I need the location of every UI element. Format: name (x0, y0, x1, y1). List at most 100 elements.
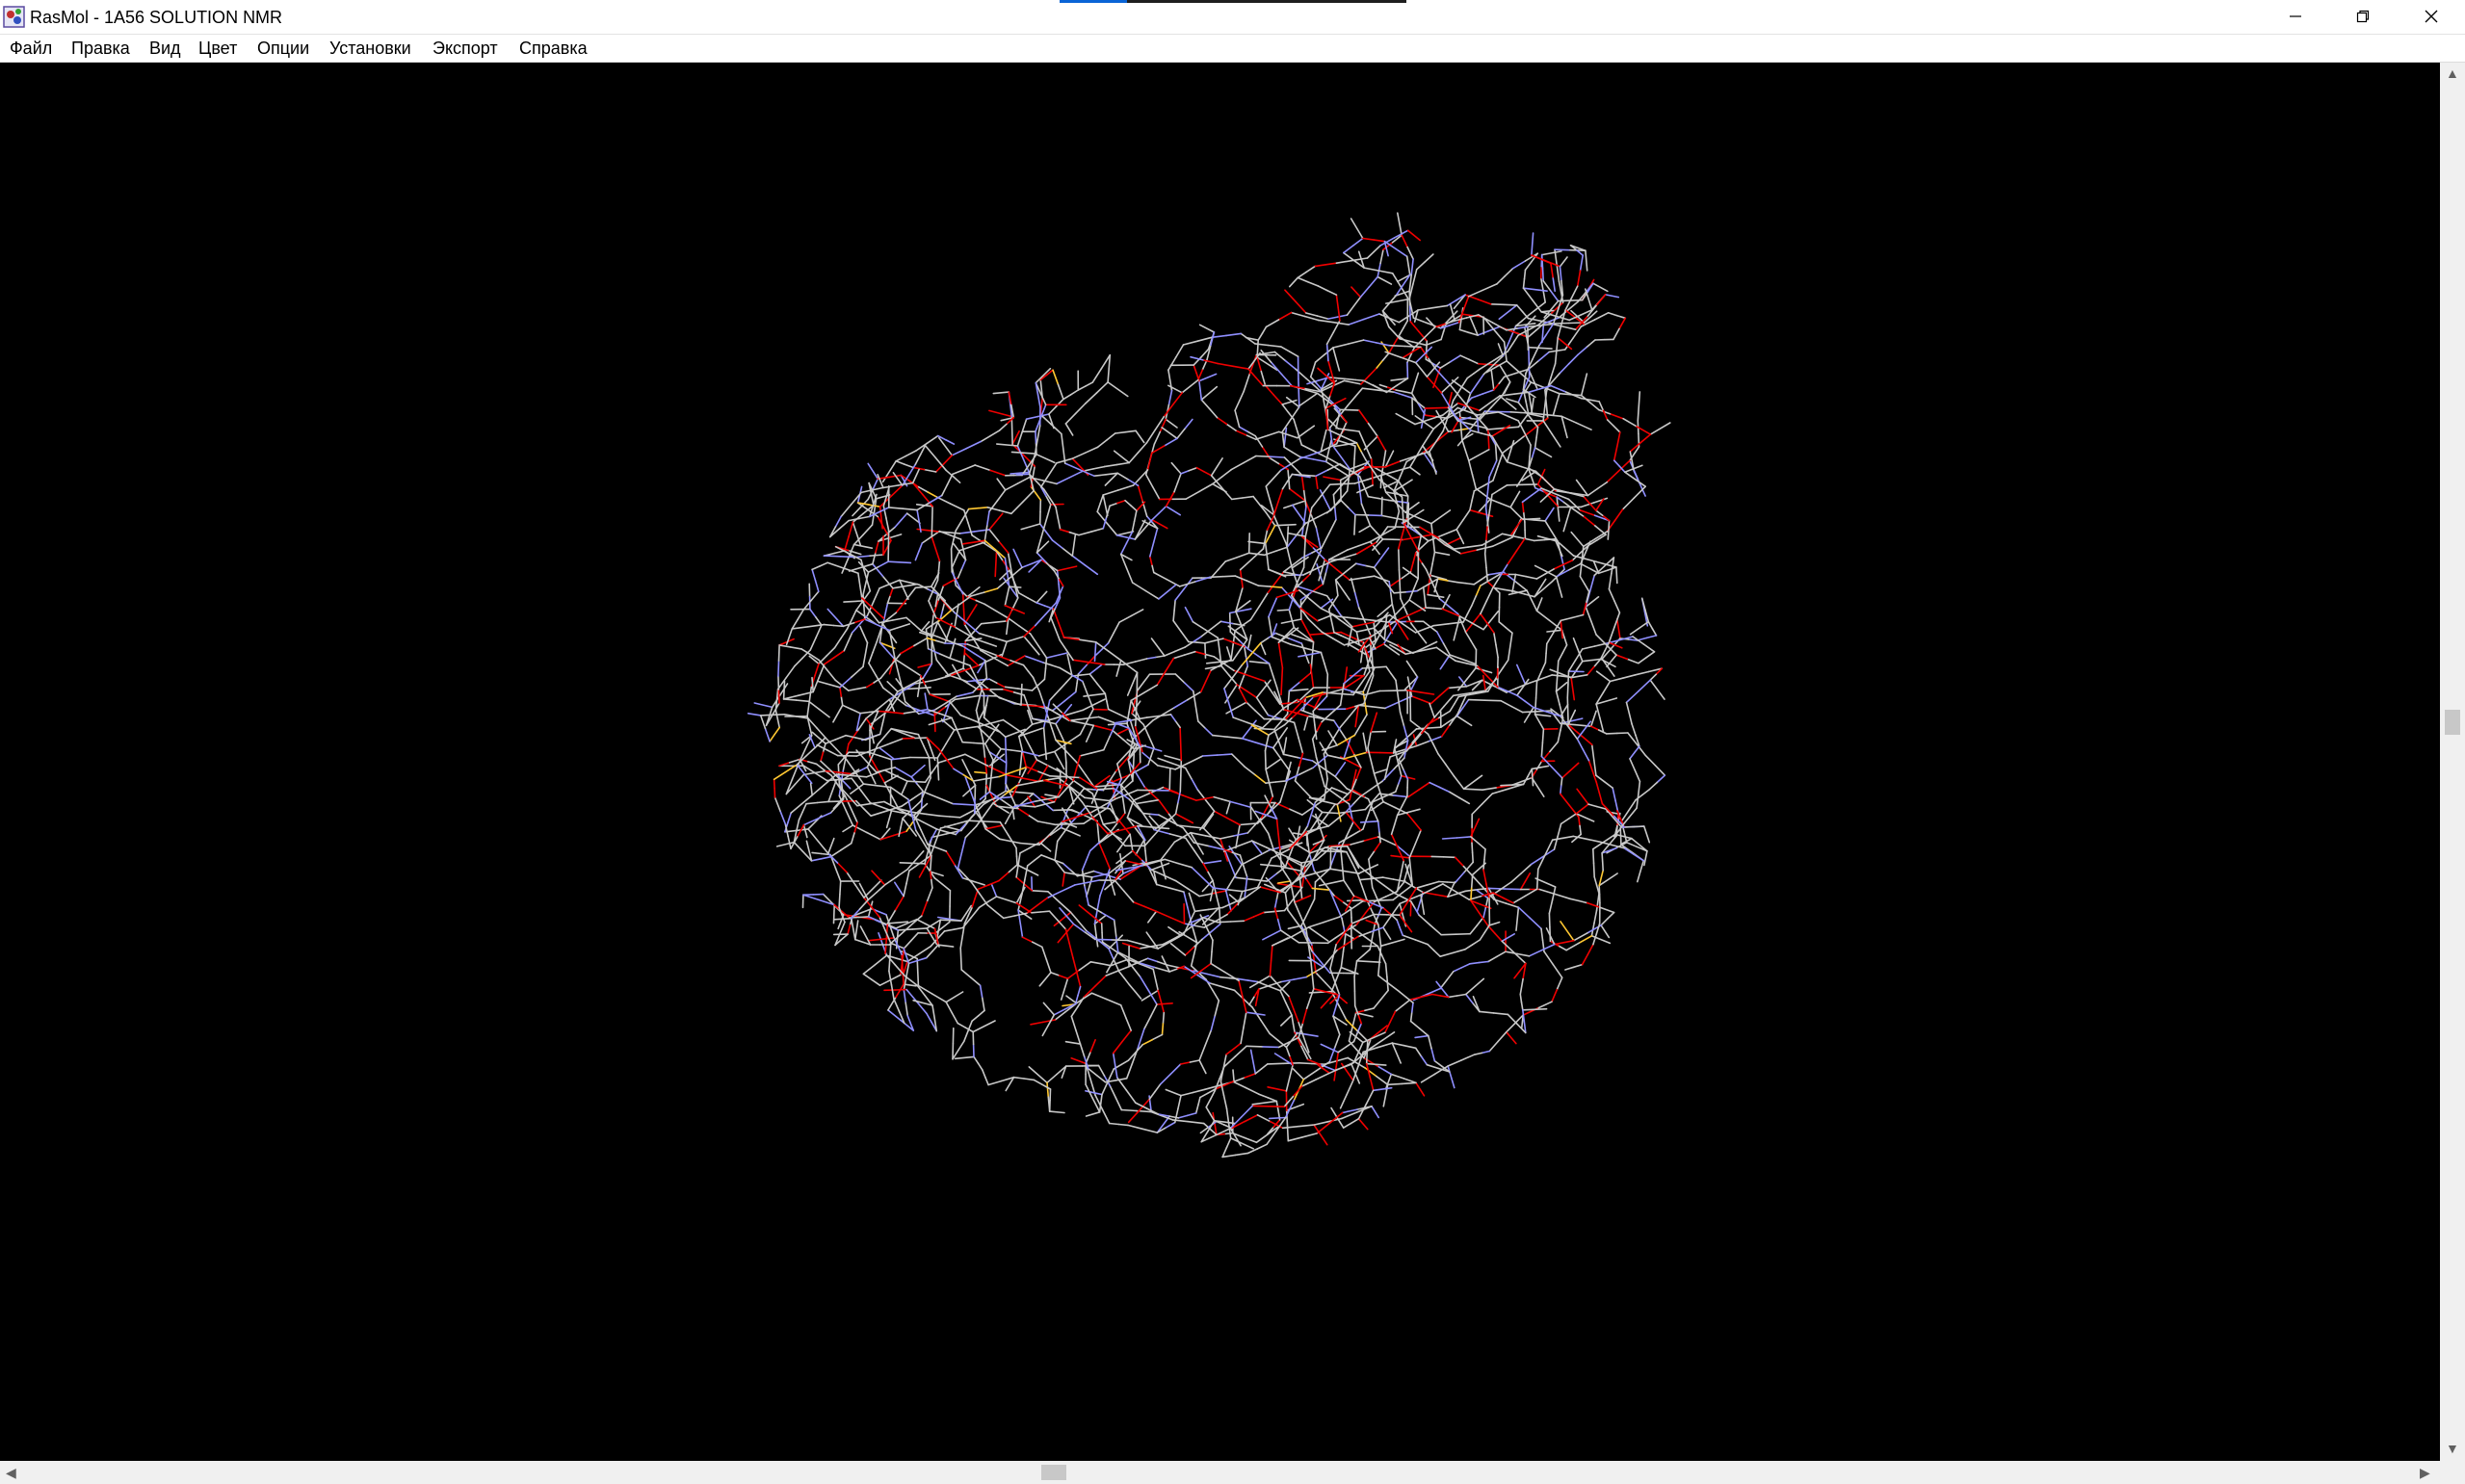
menu-bar: Файл Правка Вид Цвет Опции Установки Экс… (0, 35, 2465, 63)
bond (902, 710, 917, 715)
bond (1100, 1093, 1103, 1105)
menu-settings[interactable]: Установки (328, 38, 413, 59)
bond (859, 711, 871, 715)
bond (1246, 373, 1251, 384)
bond (836, 862, 848, 873)
bond (1298, 651, 1323, 658)
bond (1364, 702, 1368, 716)
bond (1434, 894, 1449, 898)
bond (1388, 325, 1396, 334)
minimize-button[interactable] (2262, 0, 2329, 33)
menu-file[interactable]: Файл (8, 38, 54, 59)
bond (1018, 735, 1024, 753)
bond (835, 747, 848, 761)
bond (814, 771, 828, 782)
bond (1281, 481, 1289, 490)
menu-view[interactable]: Вид (147, 38, 183, 59)
bond (951, 558, 957, 569)
bond (1272, 394, 1283, 405)
bond (1422, 620, 1431, 628)
bond (1048, 693, 1056, 702)
bond (1560, 785, 1562, 795)
bond (1340, 997, 1348, 1004)
bond (1152, 968, 1157, 981)
bond (877, 735, 886, 745)
bond (1490, 369, 1495, 391)
bond (1337, 692, 1354, 696)
bond (1505, 626, 1513, 635)
bond (1473, 1052, 1483, 1055)
bond (1270, 361, 1283, 376)
menu-export[interactable]: Экспорт (431, 38, 500, 59)
bond (898, 826, 902, 838)
bond (811, 565, 821, 571)
title-bar[interactable]: RasMol - 1A56 SOLUTION NMR (0, 0, 2465, 35)
bond (1151, 511, 1161, 521)
bond (1223, 676, 1234, 690)
bond (1277, 430, 1290, 436)
bond (921, 535, 932, 544)
bond (1539, 765, 1550, 768)
bond (1238, 977, 1249, 981)
bond (1229, 800, 1242, 806)
bond (1440, 330, 1445, 341)
bond (1377, 959, 1380, 976)
molecule-viewport[interactable] (0, 63, 2440, 1461)
close-button[interactable] (2398, 0, 2465, 33)
bond (1537, 351, 1550, 362)
bond (1343, 754, 1356, 760)
bond (1380, 953, 1387, 965)
bond (1025, 415, 1038, 421)
bond (1469, 499, 1473, 511)
menu-help[interactable]: Справка (517, 38, 590, 59)
bond (1126, 671, 1139, 696)
bond (826, 561, 844, 569)
bond (1333, 1033, 1341, 1050)
bond (1623, 846, 1635, 856)
bond (1329, 812, 1339, 815)
bond (1008, 617, 1020, 627)
bond (967, 522, 973, 536)
bond (1085, 392, 1098, 404)
bond (1265, 319, 1280, 328)
restore-button[interactable] (2329, 0, 2397, 33)
bond (1247, 532, 1250, 555)
bond (1452, 548, 1462, 555)
bond (804, 746, 816, 758)
bond (1164, 650, 1176, 657)
bond (1560, 921, 1575, 942)
bond (1305, 312, 1319, 317)
bond (883, 876, 898, 886)
bond (1027, 597, 1037, 604)
bond (1424, 325, 1436, 339)
menu-options[interactable]: Опции (255, 38, 311, 59)
bond (807, 700, 821, 711)
bond (1286, 1125, 1290, 1142)
bond (924, 684, 931, 696)
bond (1393, 814, 1399, 826)
bond (895, 983, 905, 999)
bond (1117, 1123, 1129, 1127)
bond (868, 710, 879, 714)
bond (980, 434, 991, 443)
bond (1516, 952, 1531, 957)
menu-color[interactable]: Цвет (197, 38, 239, 59)
bond (1314, 264, 1327, 268)
bond (1291, 566, 1297, 579)
bond (1194, 650, 1206, 656)
bond (1006, 638, 1016, 643)
bond (1146, 957, 1159, 963)
bond (889, 711, 905, 715)
bond (1275, 891, 1279, 901)
bond (995, 896, 1008, 901)
bond (1294, 779, 1304, 791)
bond (1316, 616, 1326, 622)
menu-edit[interactable]: Правка (69, 38, 132, 59)
bond (995, 610, 1010, 619)
bond (889, 942, 892, 958)
bond (1336, 739, 1347, 746)
bond (747, 712, 762, 716)
bond (1006, 898, 1018, 904)
bond (958, 813, 968, 819)
bond (811, 731, 826, 744)
